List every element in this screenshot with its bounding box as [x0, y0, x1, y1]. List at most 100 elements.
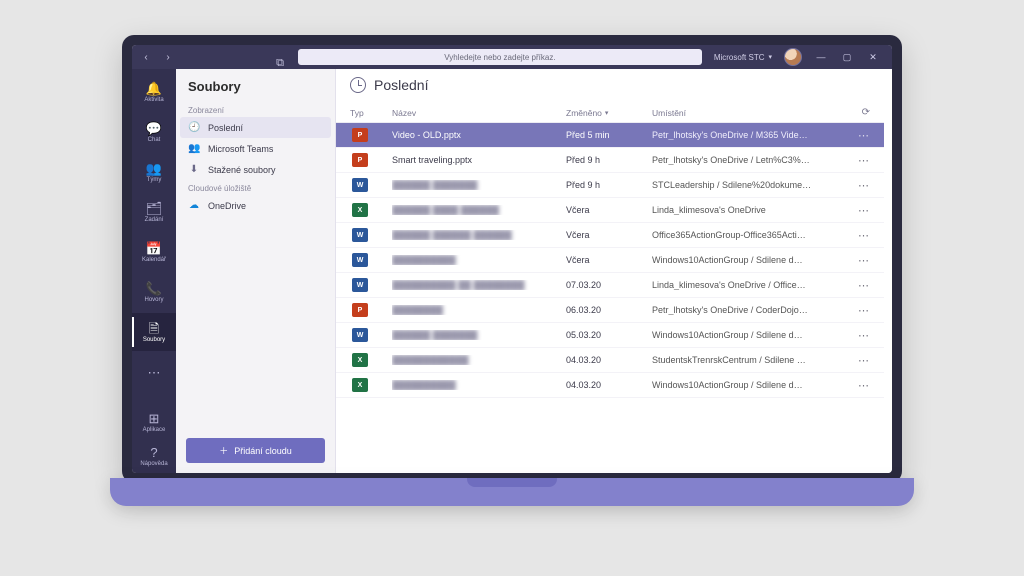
row-more-button[interactable]: ⋯ — [858, 254, 870, 267]
rail-item-files[interactable]: 🗎 Soubory — [132, 313, 176, 351]
app-window: ‹ › ⧉ Vyhledejte nebo zadejte příkaz. Mi… — [132, 45, 892, 473]
table-row[interactable]: W██████ ███████Před 9 hSTCLeadership / S… — [336, 173, 884, 198]
file-location: Windows10ActionGroup / Sdilene d… — [652, 330, 842, 340]
col-name[interactable]: Název — [392, 108, 566, 118]
row-more-button[interactable]: ⋯ — [858, 329, 870, 342]
file-table: Typ Název Změněno ▾ Umístění ⟳ P Video - … — [336, 103, 892, 473]
filesnav-item-label: Microsoft Teams — [208, 144, 273, 154]
row-more-button[interactable]: ⋯ — [858, 129, 870, 142]
teams-icon: 👥 — [188, 143, 200, 154]
file-changed: Včera — [566, 205, 652, 215]
table-row[interactable]: W██████ ███████05.03.20Windows10ActionGr… — [336, 323, 884, 348]
file-changed: Včera — [566, 230, 652, 240]
rail-item-label: Nápověda — [140, 461, 167, 467]
filetype-docx-icon: W — [352, 278, 368, 292]
page-title: Poslední — [374, 77, 428, 93]
table-row[interactable]: P████████06.03.20Petr_lhotsky's OneDrive… — [336, 298, 884, 323]
table-row[interactable]: PVideo - OLD.pptxPřed 5 minPetr_lhotsky'… — [336, 123, 884, 148]
org-switcher[interactable]: Microsoft STC ▾ — [708, 53, 778, 62]
col-location[interactable]: Umístění — [652, 108, 842, 118]
col-type[interactable]: Typ — [350, 108, 392, 118]
filetype-docx-icon: W — [352, 328, 368, 342]
file-name: Video - OLD.pptx — [392, 130, 566, 140]
rail-item-teams[interactable]: 👥Týmy — [132, 153, 176, 191]
chevron-down-icon: ▾ — [768, 53, 772, 61]
assign-icon: 🗂 — [146, 202, 163, 215]
rail-item-label: Hovory — [144, 297, 163, 303]
laptop-bezel: ‹ › ⧉ Vyhledejte nebo zadejte příkaz. Mi… — [122, 35, 902, 483]
file-changed: Před 9 h — [566, 180, 652, 190]
table-row[interactable]: X██████████04.03.20Windows10ActionGroup … — [336, 373, 884, 398]
search-input[interactable]: Vyhledejte nebo zadejte příkaz. — [298, 49, 702, 65]
row-more-button[interactable]: ⋯ — [858, 354, 870, 367]
files-icon: 🗎 — [149, 322, 159, 335]
rail-item-apps[interactable]: ⊞Aplikace — [132, 405, 176, 439]
row-more-button[interactable]: ⋯ — [858, 229, 870, 242]
file-location: Office365ActionGroup-Office365Acti… — [652, 230, 842, 240]
table-row[interactable]: PSmart traveling.pptxPřed 9 hPetr_lhotsk… — [336, 148, 884, 173]
file-changed: Před 9 h — [566, 155, 652, 165]
refresh-button[interactable]: ⟳ — [862, 107, 870, 118]
file-changed: Včera — [566, 255, 652, 265]
rail-item-chat[interactable]: 💬Chat — [132, 113, 176, 151]
rail-item-label: Zadání — [145, 217, 164, 223]
popout-icon[interactable]: ⧉ — [276, 57, 284, 70]
file-name: ████████ — [392, 305, 566, 315]
rail-item-label: Soubory — [143, 337, 165, 343]
rail-item-label: Aktivita — [144, 97, 163, 103]
rail-more-button[interactable]: ⋯ — [132, 353, 176, 391]
rail-item-calendar[interactable]: 📅Kalendář — [132, 233, 176, 271]
row-more-button[interactable]: ⋯ — [858, 154, 870, 167]
filesnav-item-downloads[interactable]: ⬇Stažené soubory — [176, 159, 335, 180]
rail-item-activity[interactable]: 🔔 Aktivita — [132, 73, 176, 111]
filesnav-cloud-onedrive[interactable]: ☁OneDrive — [176, 195, 335, 216]
close-button[interactable]: ✕ — [860, 45, 886, 69]
window-controls: — ▢ ✕ — [808, 45, 886, 69]
ellipsis-icon: ⋯ — [148, 366, 161, 379]
filetype-pptx-icon: P — [352, 128, 368, 142]
avatar[interactable] — [784, 48, 802, 66]
table-row[interactable]: X██████ ████ ██████VčeraLinda_klimesova'… — [336, 198, 884, 223]
files-title: Soubory — [176, 69, 335, 102]
file-location: Windows10ActionGroup / Sdilene d… — [652, 255, 842, 265]
nav-back-button[interactable]: ‹ — [138, 49, 154, 65]
file-name: Smart traveling.pptx — [392, 155, 566, 165]
rail-item-assign[interactable]: 🗂 Zadání — [132, 193, 176, 231]
row-more-button[interactable]: ⋯ — [858, 379, 870, 392]
file-name: ██████ ████ ██████ — [392, 205, 566, 215]
filesnav-item-label: Poslední — [208, 123, 243, 133]
filetype-xlsx-icon: X — [352, 203, 368, 217]
filesnav-item-teams[interactable]: 👥 Microsoft Teams — [176, 138, 335, 159]
apps-icon: ⊞ — [149, 412, 160, 425]
nav-forward-button[interactable]: › — [160, 49, 176, 65]
row-more-button[interactable]: ⋯ — [858, 204, 870, 217]
chat-icon: 💬 — [146, 122, 162, 135]
file-name: ██████████ ██ ████████ — [392, 280, 566, 290]
rail-item-calls[interactable]: 📞Hovory — [132, 273, 176, 311]
table-row[interactable]: X████████████04.03.20StudentskTrenrskCen… — [336, 348, 884, 373]
file-name: ██████ ██████ ██████ — [392, 230, 566, 240]
row-more-button[interactable]: ⋯ — [858, 179, 870, 192]
filetype-docx-icon: W — [352, 228, 368, 242]
table-row[interactable]: W██████████ ██ ████████07.03.20Linda_kli… — [336, 273, 884, 298]
laptop-base — [110, 478, 914, 506]
rail-item-label: Kalendář — [142, 257, 166, 263]
title-bar: ‹ › ⧉ Vyhledejte nebo zadejte příkaz. Mi… — [132, 45, 892, 69]
filetype-xlsx-icon: X — [352, 353, 368, 367]
col-changed[interactable]: Změněno ▾ — [566, 108, 652, 118]
filetype-xlsx-icon: X — [352, 378, 368, 392]
table-row[interactable]: W██████████VčeraWindows10ActionGroup / S… — [336, 248, 884, 273]
minimize-button[interactable]: — — [808, 45, 834, 69]
add-cloud-button[interactable]: ＋ Přidání cloudu — [186, 438, 325, 463]
table-row[interactable]: W ██████ ██████ ██████VčeraOffice365Actio… — [336, 223, 884, 248]
rail-item-help[interactable]: ? Nápověda — [132, 439, 176, 473]
file-location: Petr_lhotsky's OneDrive / Letn%C3%… — [652, 155, 842, 165]
filesnav-item-recent[interactable]: 🕘Poslední — [180, 117, 331, 138]
row-more-button[interactable]: ⋯ — [858, 279, 870, 292]
maximize-button[interactable]: ▢ — [834, 45, 860, 69]
help-icon: ? — [150, 446, 157, 459]
cloud-icon: ☁ — [188, 200, 200, 211]
activity-icon: 🔔 — [146, 82, 162, 95]
row-more-button[interactable]: ⋯ — [858, 304, 870, 317]
teams-icon: 👥 — [146, 162, 162, 175]
